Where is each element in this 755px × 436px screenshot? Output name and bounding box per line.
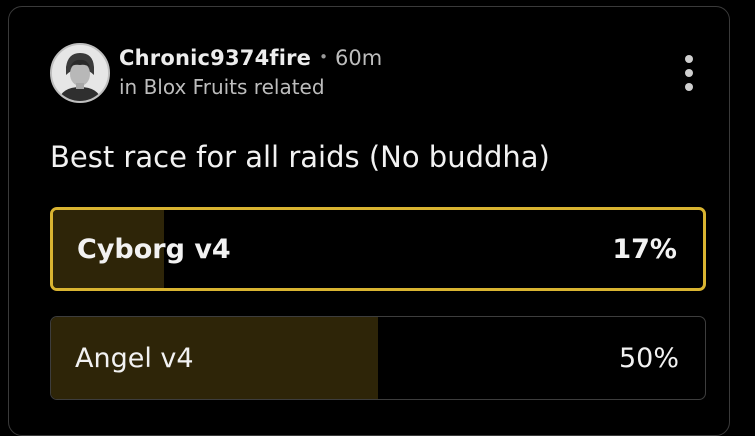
poll-option-label: Cyborg v4	[77, 233, 231, 265]
post-time: 60m	[334, 46, 383, 70]
poll-option-cyborg[interactable]: Cyborg v4 17%	[50, 207, 706, 291]
author-name[interactable]: Chronic9374fire	[119, 46, 311, 70]
post-card[interactable]: Chronic9374fire • 60m in Blox Fruits relat…	[8, 6, 730, 436]
more-vertical-icon-dot	[685, 83, 693, 91]
community-link[interactable]: in Blox Fruits related	[119, 74, 325, 100]
poll-option-label: Angel v4	[75, 342, 194, 374]
poll-option-percent: 50%	[618, 342, 679, 374]
post-title: Best race for all raids (No buddha)	[50, 140, 550, 174]
more-vertical-icon	[685, 55, 693, 63]
post-header: Chronic9374fire • 60m in Blox Fruits relat…	[9, 7, 729, 107]
avatar-image	[52, 45, 108, 101]
poll-option-angel[interactable]: Angel v4 50%	[50, 316, 706, 400]
poll-option-percent: 17%	[612, 233, 677, 265]
more-vertical-icon-dot	[685, 69, 693, 77]
more-options-button[interactable]	[675, 51, 705, 95]
avatar[interactable]	[50, 43, 110, 103]
author-line: Chronic9374fire • 60m	[119, 45, 382, 73]
separator-dot: •	[319, 48, 328, 66]
